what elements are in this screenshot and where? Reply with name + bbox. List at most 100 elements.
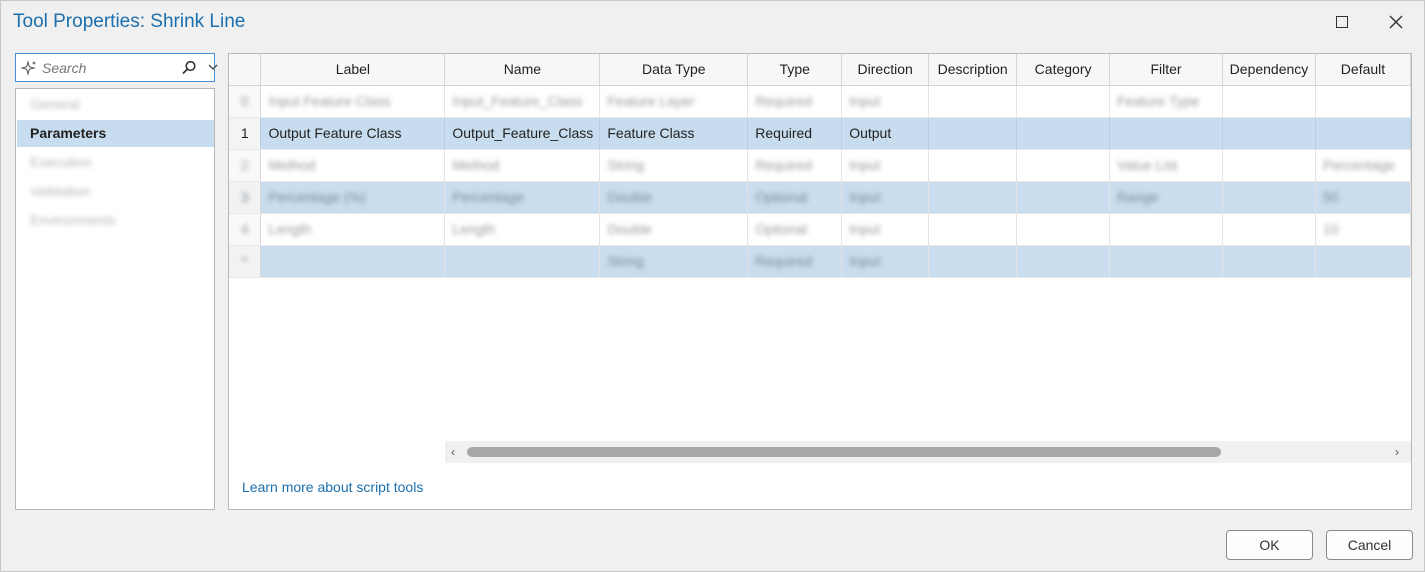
column-header-name[interactable]: Name <box>444 54 601 86</box>
row-number[interactable]: 0 <box>229 85 262 118</box>
cell-default[interactable] <box>1315 245 1412 278</box>
search-input[interactable] <box>42 57 172 79</box>
cell-category[interactable] <box>1016 149 1111 182</box>
scroll-left-arrow-icon[interactable]: ‹ <box>451 445 455 459</box>
cell-dependency[interactable] <box>1222 181 1316 214</box>
search-icon[interactable] <box>181 60 197 76</box>
cell-data-type[interactable]: String <box>599 245 749 278</box>
cell-direction[interactable]: Input <box>841 181 930 214</box>
cell-label[interactable] <box>260 245 446 278</box>
cell-filter[interactable]: Value List <box>1109 149 1223 182</box>
cell-data-type[interactable]: Feature Class <box>599 117 749 150</box>
cell-filter[interactable] <box>1109 245 1223 278</box>
column-header-label[interactable]: Label <box>260 54 446 86</box>
cell-description[interactable] <box>928 85 1018 118</box>
cell-type[interactable]: Required <box>747 149 843 182</box>
cell-description[interactable] <box>928 213 1018 246</box>
cell-category[interactable] <box>1016 85 1111 118</box>
cell-dependency[interactable] <box>1222 149 1316 182</box>
cell-label[interactable]: Method <box>260 149 446 182</box>
cell-name[interactable]: Percentage <box>444 181 601 214</box>
table-row[interactable]: 2 Method Method String Required Input Va… <box>229 149 1412 182</box>
cell-default[interactable]: 50 <box>1315 181 1412 214</box>
nav-item-environments[interactable]: Environments <box>17 207 214 234</box>
cell-direction[interactable]: Input <box>841 85 930 118</box>
cell-type[interactable]: Required <box>747 85 843 118</box>
search-box[interactable] <box>15 53 218 82</box>
cell-category[interactable] <box>1016 213 1111 246</box>
cell-dependency[interactable] <box>1222 117 1316 150</box>
column-header-category[interactable]: Category <box>1016 54 1111 86</box>
column-header-default[interactable]: Default <box>1315 54 1412 86</box>
table-row[interactable]: 3 Percentage (%) Percentage Double Optio… <box>229 181 1412 214</box>
column-header-direction[interactable]: Direction <box>841 54 930 86</box>
table-row-new[interactable]: * String Required Input <box>229 245 1412 278</box>
learn-more-link[interactable]: Learn more about script tools <box>242 479 423 495</box>
cell-name[interactable] <box>444 245 601 278</box>
cell-data-type[interactable]: Feature Layer <box>599 85 749 118</box>
row-number[interactable]: 2 <box>229 149 262 182</box>
table-row-selected[interactable]: 1 Output Feature Class Output_Feature_Cl… <box>229 117 1412 150</box>
cell-default[interactable]: Percentage <box>1315 149 1412 182</box>
column-header-filter[interactable]: Filter <box>1109 54 1223 86</box>
cell-description[interactable] <box>928 149 1018 182</box>
cell-default[interactable] <box>1315 85 1412 118</box>
nav-item-validation[interactable]: Validation <box>17 178 214 205</box>
cell-direction[interactable]: Input <box>841 149 930 182</box>
cell-data-type[interactable]: Double <box>599 181 749 214</box>
horizontal-scrollbar[interactable]: ‹ › <box>445 441 1411 463</box>
cell-default[interactable]: 10 <box>1315 213 1412 246</box>
cell-name[interactable]: Method <box>444 149 601 182</box>
cell-description[interactable] <box>928 181 1018 214</box>
cell-type[interactable]: Optional <box>747 181 843 214</box>
cell-default[interactable] <box>1315 117 1412 150</box>
cell-description[interactable] <box>928 245 1018 278</box>
column-header-data-type[interactable]: Data Type <box>599 54 749 86</box>
cell-label[interactable]: Length <box>260 213 446 246</box>
cell-category[interactable] <box>1016 181 1111 214</box>
cell-category[interactable] <box>1016 117 1111 150</box>
cell-data-type[interactable]: Double <box>599 213 749 246</box>
scrollbar-thumb[interactable] <box>467 447 1221 457</box>
cell-filter[interactable]: Range <box>1109 181 1223 214</box>
cell-filter[interactable] <box>1109 117 1223 150</box>
cell-dependency[interactable] <box>1222 85 1316 118</box>
column-header-dependency[interactable]: Dependency <box>1222 54 1316 86</box>
cell-type[interactable]: Optional <box>747 213 843 246</box>
cell-direction[interactable]: Input <box>841 213 930 246</box>
cell-label[interactable]: Percentage (%) <box>260 181 446 214</box>
row-number[interactable]: 1 <box>229 117 262 150</box>
cell-direction[interactable]: Input <box>841 245 930 278</box>
cell-name[interactable]: Length <box>444 213 601 246</box>
cell-category[interactable] <box>1016 245 1111 278</box>
chevron-down-icon[interactable] <box>208 63 218 71</box>
maximize-button[interactable] <box>1325 7 1359 37</box>
table-row[interactable]: 4 Length Length Double Optional Input 10 <box>229 213 1412 246</box>
cell-filter[interactable] <box>1109 213 1223 246</box>
ok-button[interactable]: OK <box>1226 530 1313 560</box>
close-button[interactable] <box>1379 7 1413 37</box>
cell-name[interactable]: Output_Feature_Class <box>444 117 601 150</box>
nav-item-execution[interactable]: Execution <box>17 149 214 176</box>
cell-filter[interactable]: Feature Type <box>1109 85 1223 118</box>
column-header-description[interactable]: Description <box>928 54 1018 86</box>
cell-description[interactable] <box>928 117 1018 150</box>
row-number[interactable]: * <box>229 245 262 278</box>
row-number[interactable]: 4 <box>229 213 262 246</box>
nav-item-general[interactable]: General <box>17 91 214 118</box>
column-header-type[interactable]: Type <box>747 54 843 86</box>
cell-type[interactable]: Required <box>747 117 843 150</box>
table-row[interactable]: 0 Input Feature Class Input_Feature_Clas… <box>229 85 1412 118</box>
nav-item-parameters[interactable]: Parameters <box>17 120 214 147</box>
cell-label[interactable]: Output Feature Class <box>260 117 446 150</box>
scroll-right-arrow-icon[interactable]: › <box>1395 445 1399 459</box>
cell-dependency[interactable] <box>1222 245 1316 278</box>
cell-direction[interactable]: Output <box>841 117 930 150</box>
cell-dependency[interactable] <box>1222 213 1316 246</box>
row-number[interactable]: 3 <box>229 181 262 214</box>
cell-data-type[interactable]: String <box>599 149 749 182</box>
cell-label[interactable]: Input Feature Class <box>260 85 446 118</box>
cancel-button[interactable]: Cancel <box>1326 530 1413 560</box>
cell-name[interactable]: Input_Feature_Class <box>444 85 601 118</box>
cell-type[interactable]: Required <box>747 245 843 278</box>
